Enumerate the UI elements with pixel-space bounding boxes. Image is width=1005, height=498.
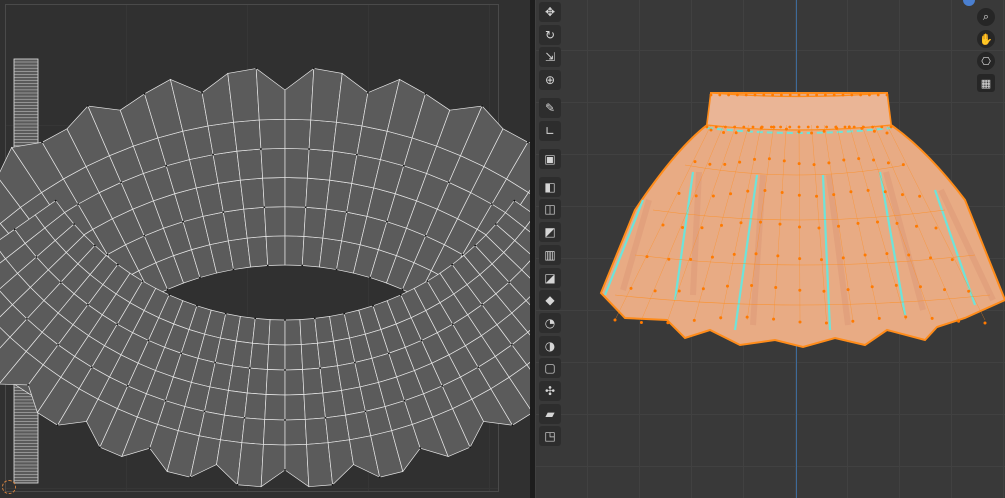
grid-toggle-icon[interactable]: ▦ bbox=[977, 74, 995, 92]
shrink-fatten-tool[interactable]: ✣ bbox=[539, 380, 561, 401]
rotate-tool[interactable]: ↻ bbox=[539, 24, 561, 45]
skirt-object[interactable] bbox=[599, 92, 1005, 349]
pan-hand-icon[interactable]: ✋ bbox=[977, 30, 995, 48]
scale-icon: ⇲ bbox=[544, 50, 556, 65]
inset-tool[interactable]: ◫ bbox=[539, 199, 561, 220]
edge-slide-icon: ▢ bbox=[544, 361, 556, 376]
3d-viewport[interactable]: ✥ ↻ ⇲ ⊕ ✎ ∟ ▣ ◧ ◫ ◩ ▥ ◪ ◆ ◔ ◑ ▢ ✣ ▰ ◳ ⌕ ✋ ⎔ ▦ bbox=[535, 0, 1005, 498]
navigation-gizmo: ⌕ ✋ ⎔ ▦ bbox=[977, 8, 997, 96]
extrude-icon: ◧ bbox=[544, 179, 556, 194]
tool-shelf: ✥ ↻ ⇲ ⊕ ✎ ∟ ▣ ◧ ◫ ◩ ▥ ◪ ◆ ◔ ◑ ▢ ✣ ▰ ◳ bbox=[539, 2, 563, 449]
move-tool[interactable]: ✥ bbox=[539, 2, 561, 22]
zoom-icon[interactable]: ⌕ bbox=[977, 8, 995, 26]
knife-icon: ◪ bbox=[544, 270, 556, 285]
loop-cut-icon: ▥ bbox=[544, 247, 556, 262]
uv-layout[interactable] bbox=[0, 0, 530, 498]
loop-cut-tool[interactable]: ▥ bbox=[539, 244, 561, 265]
measure-icon: ∟ bbox=[544, 123, 556, 138]
shrink-fatten-icon: ✣ bbox=[544, 383, 556, 398]
smooth-icon: ◑ bbox=[544, 338, 556, 353]
smooth-tool[interactable]: ◑ bbox=[539, 335, 561, 356]
add-cube-tool[interactable]: ▣ bbox=[539, 148, 561, 169]
spin-tool[interactable]: ◔ bbox=[539, 312, 561, 333]
add-cube-icon: ▣ bbox=[544, 151, 556, 166]
extrude-tool[interactable]: ◧ bbox=[539, 176, 561, 197]
rip-tool[interactable]: ◳ bbox=[539, 426, 561, 447]
poly-build-tool[interactable]: ◆ bbox=[539, 290, 561, 311]
bevel-tool[interactable]: ◩ bbox=[539, 222, 561, 243]
measure-tool[interactable]: ∟ bbox=[539, 120, 561, 141]
spin-icon: ◔ bbox=[544, 315, 556, 330]
uv-editor[interactable] bbox=[0, 0, 530, 498]
transform-tool[interactable]: ⊕ bbox=[539, 70, 561, 91]
transform-icon: ⊕ bbox=[544, 73, 556, 88]
rotate-icon: ↻ bbox=[544, 27, 556, 42]
edge-slide-tool[interactable]: ▢ bbox=[539, 358, 561, 379]
poly-build-icon: ◆ bbox=[545, 293, 555, 308]
shear-tool[interactable]: ▰ bbox=[539, 403, 561, 424]
annotate-tool[interactable]: ✎ bbox=[539, 98, 561, 119]
skirt-mesh[interactable] bbox=[535, 0, 1005, 498]
scale-tool[interactable]: ⇲ bbox=[539, 47, 561, 68]
annotate-icon: ✎ bbox=[544, 101, 556, 116]
camera-icon[interactable]: ⎔ bbox=[977, 52, 995, 70]
knife-tool[interactable]: ◪ bbox=[539, 267, 561, 288]
bevel-icon: ◩ bbox=[544, 225, 556, 240]
inset-icon: ◫ bbox=[544, 202, 556, 217]
shear-icon: ▰ bbox=[545, 406, 555, 421]
move-icon: ✥ bbox=[544, 5, 556, 19]
rip-icon: ◳ bbox=[544, 429, 556, 444]
cursor-origin-icon[interactable] bbox=[2, 480, 16, 494]
